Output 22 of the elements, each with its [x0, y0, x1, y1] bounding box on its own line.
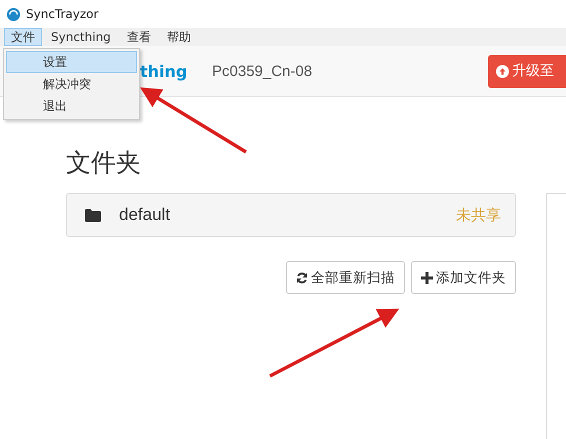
brand-name: thing [140, 62, 188, 80]
refresh-icon [296, 272, 308, 284]
app-logo-icon [6, 6, 21, 22]
menu-item[interactable]: 查看 [120, 28, 158, 46]
folder-panel[interactable]: default 未共享 [66, 193, 516, 237]
rescan-all-button[interactable]: 全部重新扫描 [286, 261, 405, 294]
menu-item[interactable]: 帮助 [160, 28, 198, 46]
section-heading: 文件夹 [66, 147, 142, 179]
menu-item[interactable]: Syncthing [44, 28, 118, 46]
device-name: Pc0359_Cn-08 [212, 62, 312, 80]
folder-icon [85, 208, 101, 222]
window-title: SyncTrayzor [26, 7, 98, 21]
add-folder-button[interactable]: 添加文件夹 [411, 261, 516, 294]
menu-option[interactable]: 解决冲突 [6, 73, 137, 95]
menu-option[interactable]: 退出 [6, 95, 137, 117]
folder-name: default [119, 205, 170, 225]
upgrade-button[interactable]: 升级至 [488, 54, 566, 88]
menu-item[interactable]: 文件 [4, 28, 42, 46]
folder-status: 未共享 [456, 206, 501, 224]
menu-option[interactable]: 设置 [6, 51, 137, 73]
arrow-up-circle-icon [496, 64, 509, 78]
plus-icon [421, 272, 433, 284]
